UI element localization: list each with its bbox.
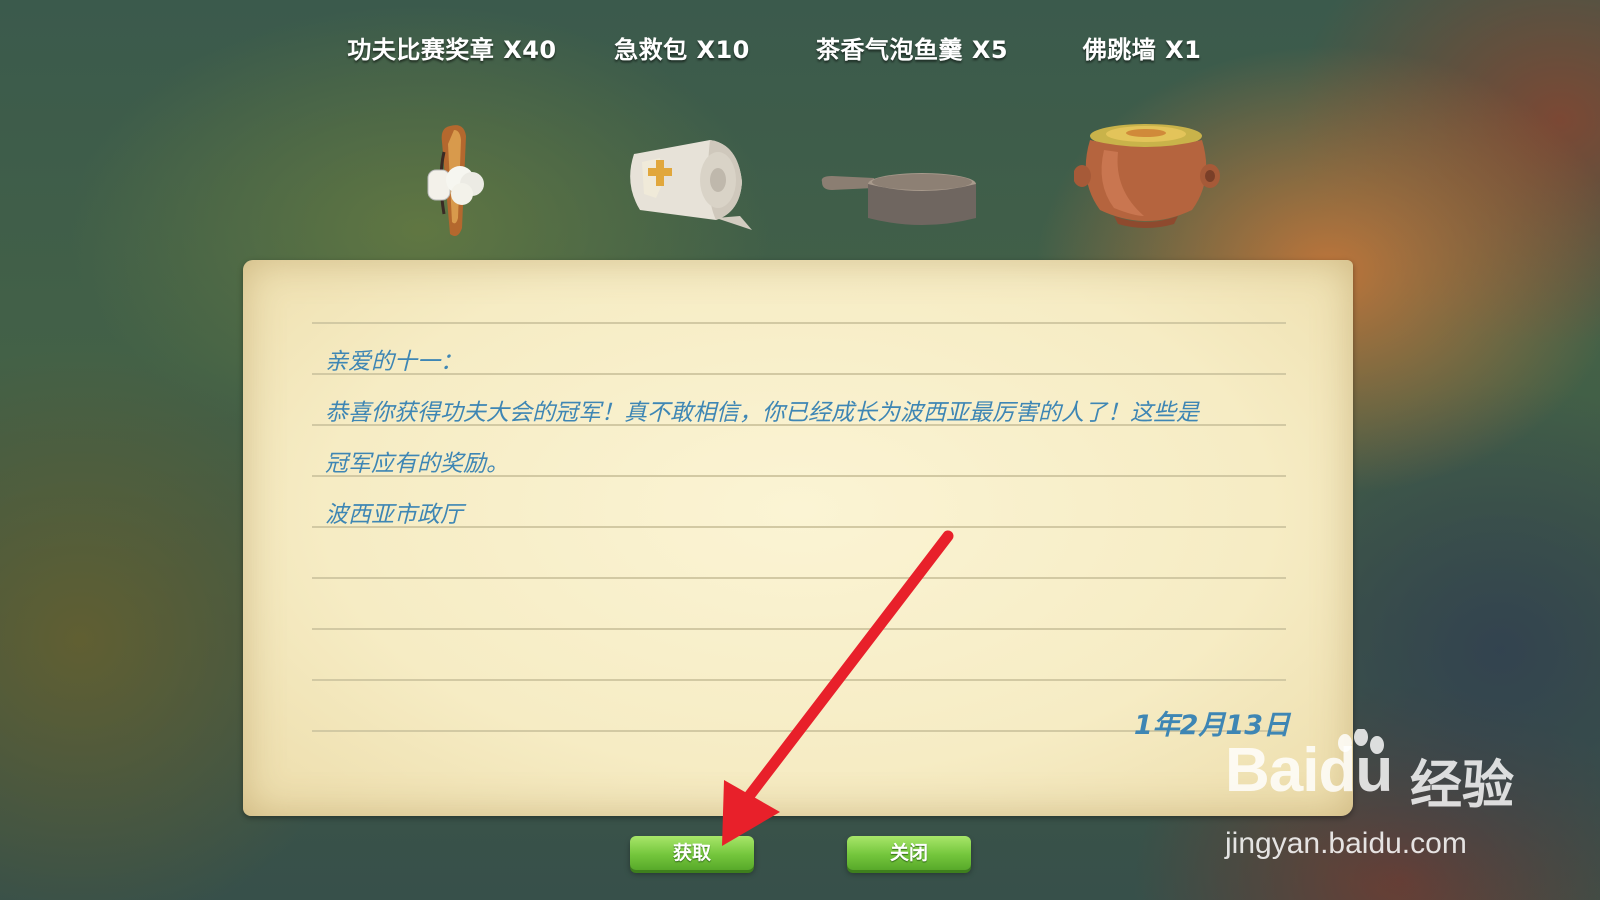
letter-rule — [312, 322, 1286, 324]
baidu-watermark: Baidu 经验 jingyan.baidu.com — [1225, 729, 1585, 865]
watermark-cn: 经验 — [1410, 756, 1515, 816]
letter-signature: 波西亚市政厅 — [325, 502, 463, 528]
claim-button[interactable]: 获取 — [630, 836, 754, 870]
kungfu-medal-icon[interactable] — [420, 118, 490, 242]
fish-soup-pan-icon[interactable] — [818, 168, 978, 238]
watermark-url: jingyan.baidu.com — [1225, 827, 1467, 860]
letter-greeting: 亲爱的十一： — [325, 349, 463, 375]
letter-rule — [312, 628, 1286, 630]
clay-pot-icon[interactable] — [1074, 120, 1224, 230]
letter-body-line-2: 冠军应有的奖励。 — [325, 451, 509, 477]
reward-label-clay-pot: 佛跳墙 X1 — [1082, 36, 1202, 64]
close-button[interactable]: 关闭 — [847, 836, 971, 870]
first-aid-kit-icon[interactable] — [620, 134, 760, 234]
letter-body-line-1: 恭喜你获得功夫大会的冠军！真不敢相信，你已经成长为波西亚最厉害的人了！这些是 — [325, 400, 1199, 426]
letter-rule — [312, 577, 1286, 579]
reward-label-medal: 功夫比赛奖章 X40 — [347, 36, 557, 64]
paw-icon — [1338, 729, 1384, 754]
reward-label-fish-soup: 茶香气泡鱼羹 X5 — [815, 36, 1009, 64]
reward-label-first-aid: 急救包 X10 — [614, 36, 750, 64]
letter-rule — [312, 679, 1286, 681]
